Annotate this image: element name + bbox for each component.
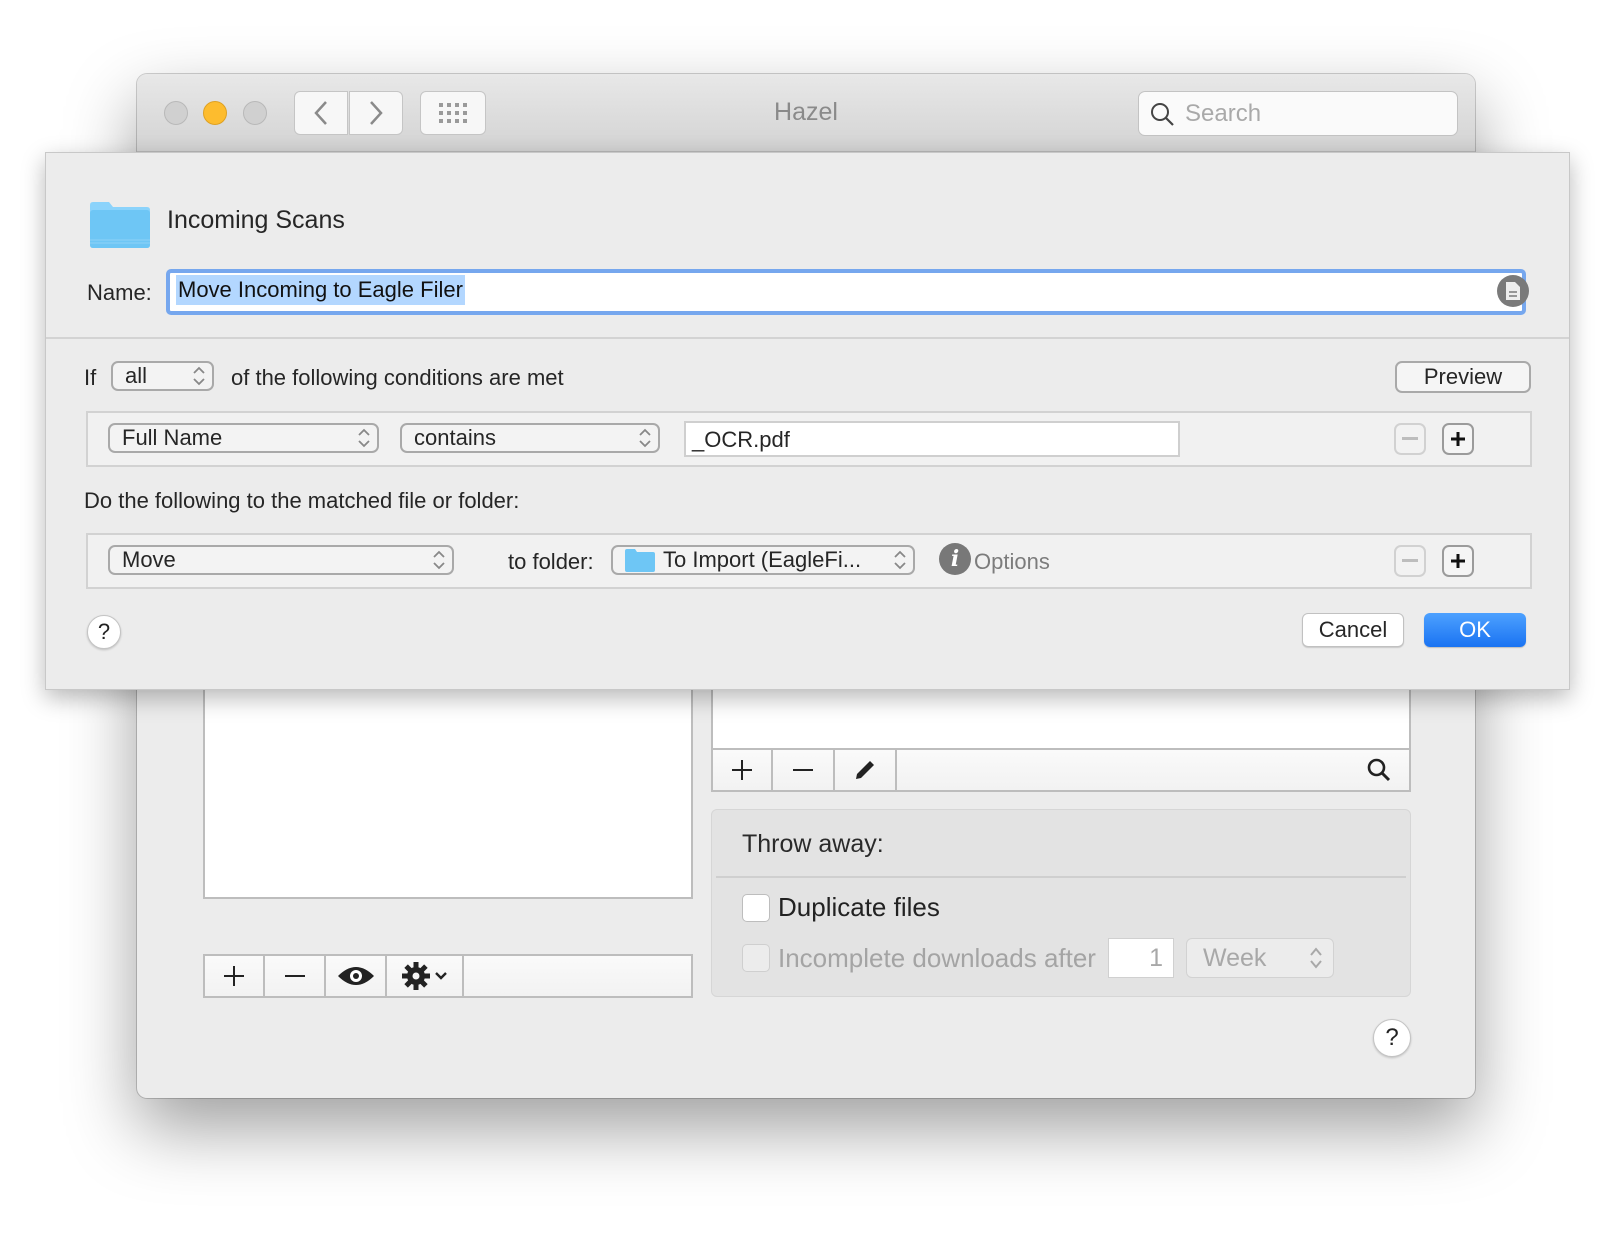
search-rules-button[interactable]: [1349, 750, 1409, 790]
action-row: Move to folder: To Import (EagleFi... i …: [86, 533, 1532, 589]
ok-button[interactable]: OK: [1424, 613, 1526, 647]
rule-notes-button[interactable]: [1497, 275, 1529, 307]
remove-rule-button[interactable]: [773, 750, 835, 790]
plus-icon: [1451, 554, 1465, 568]
action-type-value: Move: [122, 547, 176, 572]
add-rule-button[interactable]: [713, 750, 773, 790]
preview-folder-button[interactable]: [326, 956, 387, 996]
gear-icon: [402, 962, 430, 990]
rules-toolbar: [711, 748, 1411, 792]
actions-label: Do the following to the matched file or …: [84, 488, 520, 513]
incomplete-downloads-label: Incomplete downloads after: [778, 942, 1096, 973]
add-action-button[interactable]: [1442, 545, 1474, 577]
match-mode-value: all: [125, 363, 148, 388]
title-bar: Hazel Search: [137, 74, 1475, 152]
if-label: If: [84, 365, 97, 390]
up-down-chevron-icon: [193, 366, 205, 386]
add-condition-button[interactable]: [1442, 423, 1474, 455]
action-type-popup[interactable]: Move: [108, 545, 454, 575]
search-icon: [1151, 102, 1174, 126]
conditions-text: of the following conditions are met: [231, 365, 564, 390]
operator-popup[interactable]: contains: [400, 423, 660, 453]
search-placeholder: Search: [1185, 99, 1262, 127]
pencil-icon: [856, 761, 874, 779]
minus-icon: [284, 975, 305, 977]
plus-icon: [1451, 432, 1465, 446]
up-down-chevron-icon: [639, 428, 651, 448]
match-mode-popup[interactable]: all: [111, 361, 214, 391]
watched-folder-name: Incoming Scans: [167, 206, 345, 234]
up-down-chevron-icon: [358, 428, 370, 448]
search-input[interactable]: Search: [1138, 91, 1458, 136]
rule-name-input[interactable]: Move Incoming to Eagle Filer: [166, 269, 1526, 315]
destination-folder-value: To Import (EagleFi...: [663, 547, 862, 572]
duplicate-files-label: Duplicate files: [778, 892, 940, 922]
document-icon: [1506, 282, 1520, 300]
eye-icon: [337, 967, 374, 985]
options-button[interactable]: Options: [974, 549, 1050, 575]
throw-away-title: Throw away:: [742, 830, 884, 858]
incomplete-downloads-checkbox[interactable]: [742, 944, 770, 972]
minus-icon: [1402, 437, 1418, 440]
info-icon[interactable]: i: [939, 543, 971, 575]
folders-toolbar: [203, 954, 693, 998]
edit-rule-button[interactable]: [835, 750, 897, 790]
incomplete-downloads-row: Incomplete downloads after 1 Week: [742, 938, 1334, 978]
folder-icon: [90, 202, 150, 248]
condition-row: Full Name contains _OCR.pdf: [86, 411, 1532, 467]
incomplete-downloads-unit-popup[interactable]: Week: [1185, 938, 1334, 978]
incomplete-downloads-count-field[interactable]: 1: [1107, 938, 1174, 978]
plus-icon: [732, 760, 752, 780]
condition-value-input[interactable]: _OCR.pdf: [684, 421, 1180, 457]
divider: [716, 876, 1406, 878]
preview-button[interactable]: Preview: [1395, 361, 1531, 393]
help-button[interactable]: ?: [1373, 1019, 1411, 1057]
plus-icon: [224, 966, 244, 986]
rule-name-value: Move Incoming to Eagle Filer: [176, 275, 465, 305]
destination-folder-popup[interactable]: To Import (EagleFi...: [611, 545, 915, 575]
to-folder-label: to folder:: [508, 549, 594, 574]
attribute-value: Full Name: [122, 425, 223, 450]
operator-value: contains: [414, 425, 496, 450]
remove-folder-button[interactable]: [265, 956, 326, 996]
up-down-chevron-icon: [894, 550, 906, 570]
cancel-button[interactable]: Cancel: [1302, 613, 1404, 647]
chevron-down-icon: [435, 972, 447, 980]
remove-condition-button[interactable]: [1394, 423, 1426, 455]
sheet-help-button[interactable]: ?: [87, 615, 121, 649]
attribute-popup[interactable]: Full Name: [108, 423, 379, 453]
remove-action-button[interactable]: [1394, 545, 1426, 577]
duplicate-files-checkbox[interactable]: [742, 893, 770, 922]
up-down-chevron-icon: [1310, 947, 1322, 969]
search-icon: [1367, 758, 1391, 782]
up-down-chevron-icon: [433, 550, 445, 570]
throw-away-section: Throw away: Duplicate files Incomplete d…: [711, 809, 1411, 997]
minus-icon: [1402, 559, 1418, 562]
divider: [46, 337, 1569, 339]
unit-value: Week: [1202, 943, 1267, 972]
folder-icon: [625, 549, 655, 572]
duplicate-files-row: Duplicate files: [742, 892, 940, 923]
rule-editor-sheet: Incoming Scans Name: Move Incoming to Ea…: [45, 152, 1570, 690]
minus-icon: [793, 769, 813, 771]
name-label: Name:: [87, 280, 152, 305]
folder-actions-menu-button[interactable]: [387, 956, 464, 996]
add-folder-button[interactable]: [205, 956, 265, 996]
